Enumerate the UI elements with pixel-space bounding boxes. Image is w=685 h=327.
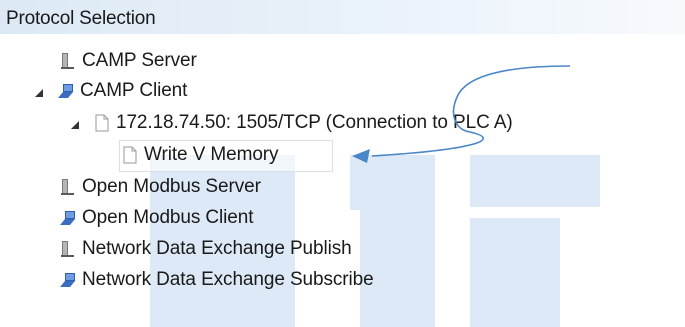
panel-header: Protocol Selection: [0, 0, 685, 34]
tree-item-camp-server[interactable]: CAMP Server: [60, 46, 197, 76]
network-computer-icon: [60, 271, 76, 289]
tree-item-nde-publish[interactable]: Network Data Exchange Publish: [60, 234, 352, 264]
panel-title: Protocol Selection: [6, 8, 156, 29]
network-computer-icon: [60, 209, 76, 227]
tree-item-label: Network Data Exchange Subscribe: [82, 269, 374, 290]
document-icon: [122, 146, 138, 164]
tree-item-connection[interactable]: 172.18.74.50: 1505/TCP (Connection to PL…: [68, 108, 513, 138]
server-tower-icon: [60, 240, 76, 258]
expanded-triangle-icon[interactable]: [68, 116, 82, 130]
tree-item-open-modbus-server[interactable]: Open Modbus Server: [60, 172, 261, 202]
tree-item-label: CAMP Server: [82, 50, 197, 71]
tree-item-label: Open Modbus Server: [82, 176, 261, 197]
server-tower-icon: [60, 52, 76, 70]
network-computer-icon: [58, 82, 74, 100]
tree-item-open-modbus-client[interactable]: Open Modbus Client: [60, 203, 254, 233]
tree-item-label: Write V Memory: [144, 144, 279, 165]
expanded-triangle-icon[interactable]: [32, 84, 46, 98]
document-icon: [94, 114, 110, 132]
tree-item-nde-subscribe[interactable]: Network Data Exchange Subscribe: [60, 265, 374, 295]
protocol-selection-panel: Protocol Selection CAMP Server CAMP Clie…: [0, 0, 685, 327]
tree-item-label: Network Data Exchange Publish: [82, 238, 352, 259]
tree-item-label: 172.18.74.50: 1505/TCP (Connection to PL…: [116, 112, 513, 133]
tree-item-write-v-memory[interactable]: Write V Memory: [122, 140, 279, 170]
tree-item-label: Open Modbus Client: [82, 207, 254, 228]
tree-item-camp-client[interactable]: CAMP Client: [32, 76, 187, 106]
tree-item-label: CAMP Client: [80, 80, 188, 101]
server-tower-icon: [60, 178, 76, 196]
